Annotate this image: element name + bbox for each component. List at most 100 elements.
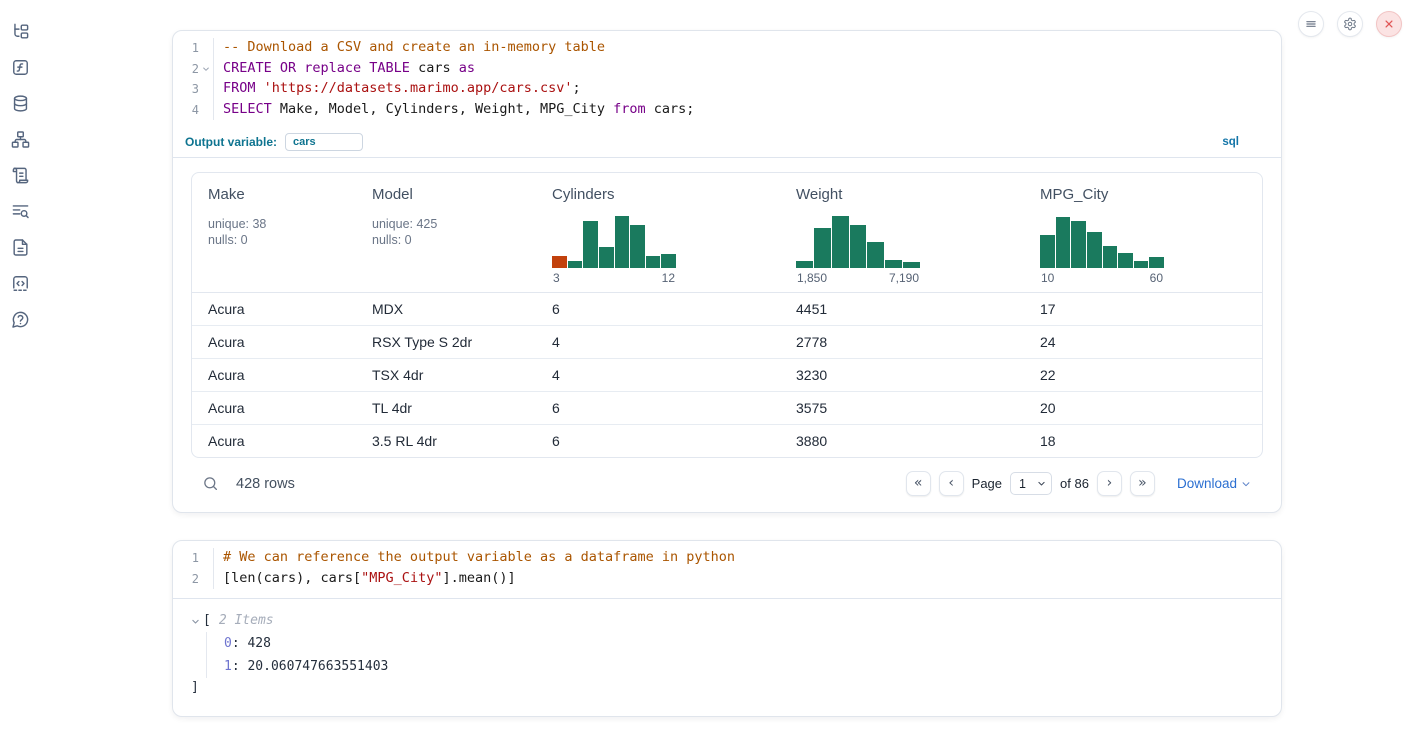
search-icon: [202, 475, 219, 492]
sidebar-item-variables[interactable]: [11, 58, 31, 78]
table-cell: Acura: [192, 359, 356, 391]
output-tree: [ 2 Items 0: 4281: 20.060747663551403 ]: [173, 599, 1281, 716]
output-variable-bar: Output variable: sql: [173, 129, 1281, 158]
table-cell: 3575: [780, 392, 1024, 424]
sql-editor[interactable]: 1 -- Download a CSV and create an in-memo…: [173, 31, 1281, 129]
histogram-range-labels: 1060: [1040, 271, 1164, 285]
code-content: SELECT Make, Model, Cylinders, Weight, M…: [213, 100, 694, 121]
tree-root-row: [ 2 Items: [191, 611, 1263, 631]
sidebar-item-documentation[interactable]: [11, 238, 31, 258]
code-line: 1# We can reference the output variable …: [173, 548, 1281, 569]
column-histogram: 312: [552, 213, 676, 285]
sidebar-item-scratchpad[interactable]: [11, 166, 31, 186]
table-row[interactable]: AcuraRSX Type S 2dr4277824: [192, 325, 1262, 358]
line-number: 1: [173, 548, 199, 569]
table-row[interactable]: Acura3.5 RL 4dr6388018: [192, 424, 1262, 457]
histogram-bar: [583, 221, 598, 268]
table-header: Makeunique: 38nulls: 0Modelunique: 425nu…: [192, 173, 1262, 293]
items-count-label: 2 Items: [219, 611, 274, 631]
fold-chevron-icon[interactable]: [199, 59, 213, 80]
search-button[interactable]: [202, 475, 219, 492]
text-search-icon: [11, 202, 30, 221]
column-stats: unique: 425nulls: 0: [372, 216, 536, 248]
histogram-bar: [885, 260, 902, 268]
histogram-bar: [1149, 257, 1164, 268]
table-cell: 6: [536, 293, 780, 325]
tree-item-value: : 20.060747663551403: [232, 659, 389, 674]
last-page-button[interactable]: »: [1130, 471, 1155, 496]
table-cell: 20: [1024, 392, 1262, 424]
page-select-value: 1: [1019, 477, 1026, 491]
table-cell: 3.5 RL 4dr: [356, 425, 536, 457]
table-row[interactable]: AcuraTL 4dr6357520: [192, 391, 1262, 424]
download-label: Download: [1177, 476, 1237, 491]
download-button[interactable]: Download: [1177, 476, 1251, 491]
tree-item: 1: 20.060747663551403: [224, 655, 1263, 678]
code-content: FROM 'https://datasets.marimo.app/cars.c…: [213, 79, 581, 100]
python-editor[interactable]: 1# We can reference the output variable …: [173, 541, 1281, 599]
shutdown-button[interactable]: [1376, 11, 1402, 37]
sidebar-item-help[interactable]: [11, 310, 31, 330]
histogram-bar: [599, 247, 614, 268]
histogram-bar: [1087, 232, 1102, 268]
histogram-bars: [552, 213, 676, 268]
output-variable-input[interactable]: [285, 133, 363, 151]
code-content: CREATE OR replace TABLE cars as: [213, 59, 475, 80]
code-line: 2CREATE OR replace TABLE cars as: [173, 59, 1281, 80]
histogram-bar: [661, 254, 676, 268]
code-line: 2[len(cars), cars["MPG_City"].mean()]: [173, 569, 1281, 590]
table-cell: 3880: [780, 425, 1024, 457]
settings-button[interactable]: [1337, 11, 1363, 37]
column-header-cylinders[interactable]: Cylinders312: [536, 186, 780, 285]
column-header-mpg_city[interactable]: MPG_City1060: [1024, 186, 1262, 285]
prev-page-button[interactable]: ‹: [939, 471, 964, 496]
table-cell: 6: [536, 392, 780, 424]
code-content: -- Download a CSV and create an in-memor…: [213, 38, 605, 59]
sidebar-item-file-explorer[interactable]: [11, 22, 31, 42]
notebook: 1 -- Download a CSV and create an in-memo…: [172, 30, 1282, 717]
table-cell: 4451: [780, 293, 1024, 325]
table-cell: TL 4dr: [356, 392, 536, 424]
help-circle-icon: [11, 310, 30, 329]
column-header-make[interactable]: Makeunique: 38nulls: 0: [192, 186, 356, 285]
close-bracket: ]: [191, 678, 1263, 698]
sql-cell-output: Makeunique: 38nulls: 0Modelunique: 425nu…: [173, 158, 1281, 512]
next-page-button[interactable]: ›: [1097, 471, 1122, 496]
histogram-bar: [1056, 217, 1071, 268]
table-cell: 22: [1024, 359, 1262, 391]
collapse-toggle[interactable]: [191, 617, 203, 626]
tree-item-key: 1: [224, 659, 232, 674]
tree-item-value: : 428: [232, 636, 271, 651]
line-number: 1: [173, 38, 199, 59]
fold-spacer: [199, 38, 213, 59]
histogram-min-label: 3: [553, 271, 560, 285]
sidebar-item-dependency-graph[interactable]: [11, 130, 31, 150]
chevron-down-icon: [1241, 479, 1251, 489]
fold-spacer: [199, 79, 213, 100]
table-footer: 428 rows « ‹ Page 1 of 86 › » Download: [191, 458, 1263, 506]
menu-button[interactable]: [1298, 11, 1324, 37]
chevron-down-icon: [1037, 479, 1046, 488]
table-row[interactable]: AcuraTSX 4dr4323022: [192, 358, 1262, 391]
row-count: 428 rows: [236, 476, 295, 492]
sidebar-item-logs[interactable]: [11, 202, 31, 222]
table-cell: 6: [536, 425, 780, 457]
sidebar-item-data-sources[interactable]: [11, 94, 31, 114]
column-name: Weight: [796, 186, 1024, 203]
output-variable-label: Output variable:: [185, 135, 277, 149]
table-row[interactable]: AcuraMDX6445117: [192, 293, 1262, 325]
column-header-model[interactable]: Modelunique: 425nulls: 0: [356, 186, 536, 285]
tree-items: 0: 4281: 20.060747663551403: [206, 632, 1263, 678]
open-bracket: [: [203, 611, 211, 631]
table-cell: 24: [1024, 326, 1262, 358]
page-total-label: of 86: [1060, 476, 1089, 491]
column-header-weight[interactable]: Weight1,8507,190: [780, 186, 1024, 285]
first-page-button[interactable]: «: [906, 471, 931, 496]
sidebar-item-snippets[interactable]: [11, 274, 31, 294]
fold-spacer: [199, 548, 213, 569]
histogram-bar: [903, 262, 920, 268]
histogram-min-label: 1,850: [797, 271, 827, 285]
histogram-bar: [615, 216, 630, 268]
page-select[interactable]: 1: [1010, 472, 1052, 495]
histogram-range-labels: 312: [552, 271, 676, 285]
